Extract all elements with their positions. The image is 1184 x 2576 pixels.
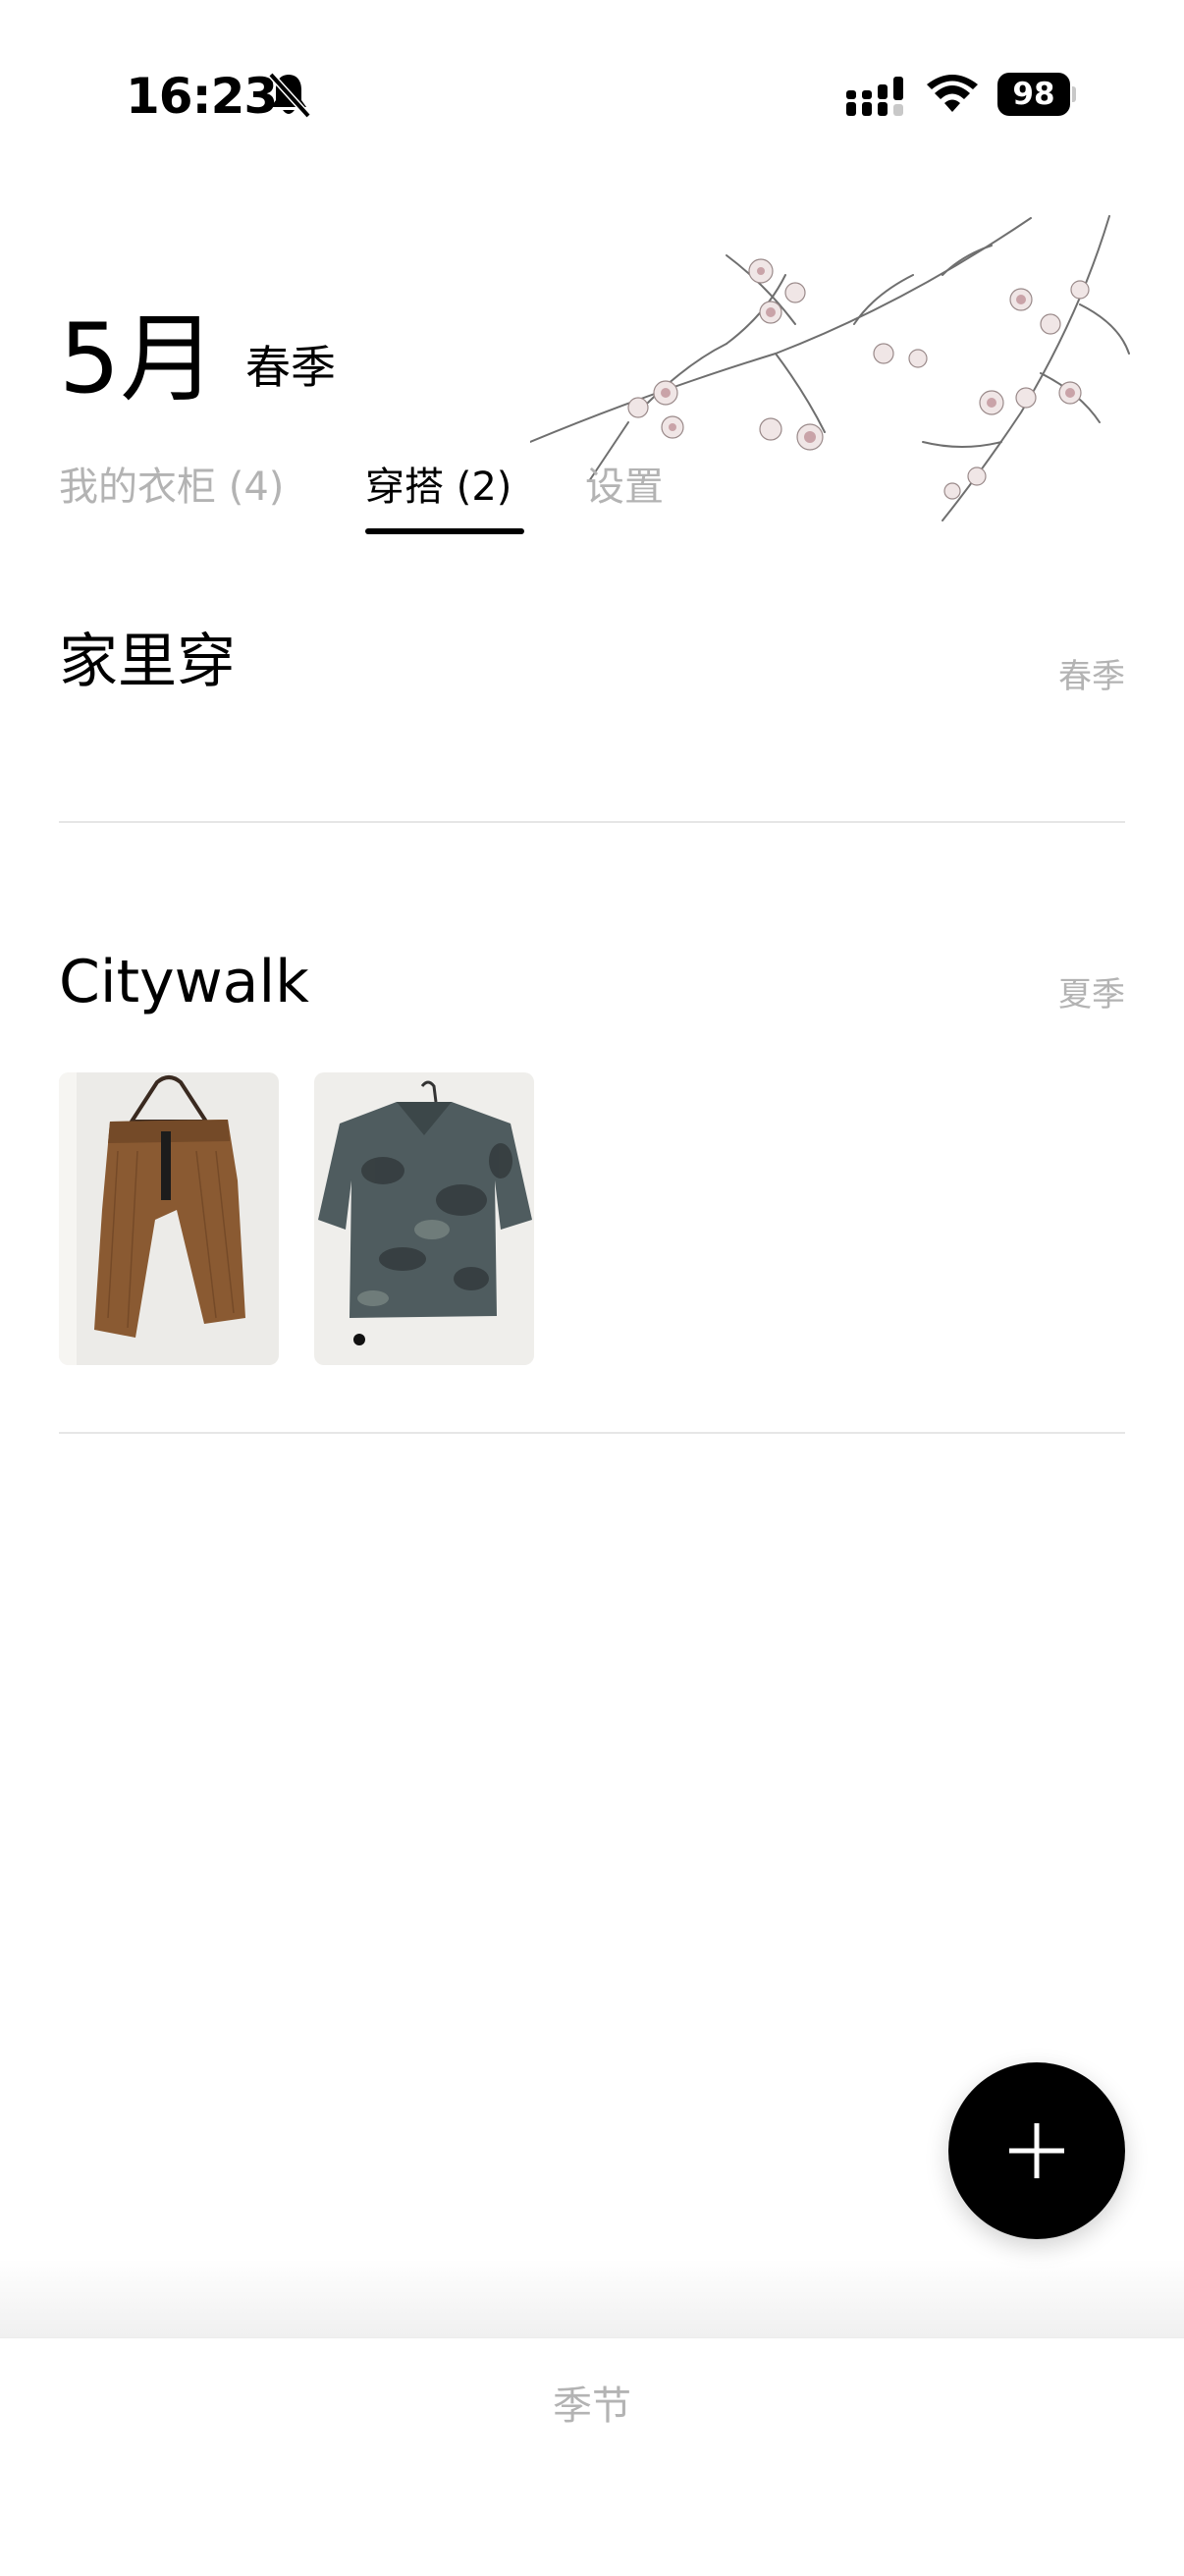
plus-icon	[1009, 2123, 1064, 2178]
outfit-item-shirt-photo[interactable]	[314, 1072, 534, 1365]
tab-settings[interactable]: 设置	[585, 460, 664, 515]
divider	[59, 1432, 1125, 1434]
battery-level: 98	[1012, 77, 1055, 112]
outfit-season-tag: 春季	[1058, 657, 1125, 696]
bottom-tab-season[interactable]: 季节	[494, 2379, 690, 2434]
battery-icon: 98	[997, 73, 1076, 116]
current-season: 春季	[245, 341, 336, 394]
tab-outfits[interactable]: 穿搭 (2)	[365, 460, 511, 515]
divider	[59, 821, 1125, 823]
signal-icon	[846, 77, 903, 116]
bottom-shadow	[0, 2259, 1184, 2337]
outfit-item-pants-photo[interactable]	[59, 1072, 279, 1365]
status-time: 16:23	[126, 68, 278, 125]
outfit-season-tag: 夏季	[1058, 975, 1125, 1014]
wifi-icon	[927, 75, 978, 112]
month-title: 5月	[59, 303, 217, 415]
bell-slash-icon	[268, 72, 310, 119]
outfit-title[interactable]: 家里穿	[59, 625, 236, 699]
active-tab-indicator	[365, 528, 524, 534]
outfit-title[interactable]: Citywalk	[59, 945, 309, 1019]
add-outfit-button[interactable]	[948, 2062, 1125, 2239]
bottom-nav-bar	[0, 2337, 1184, 2576]
tab-my-wardrobe[interactable]: 我的衣柜 (4)	[59, 460, 284, 515]
